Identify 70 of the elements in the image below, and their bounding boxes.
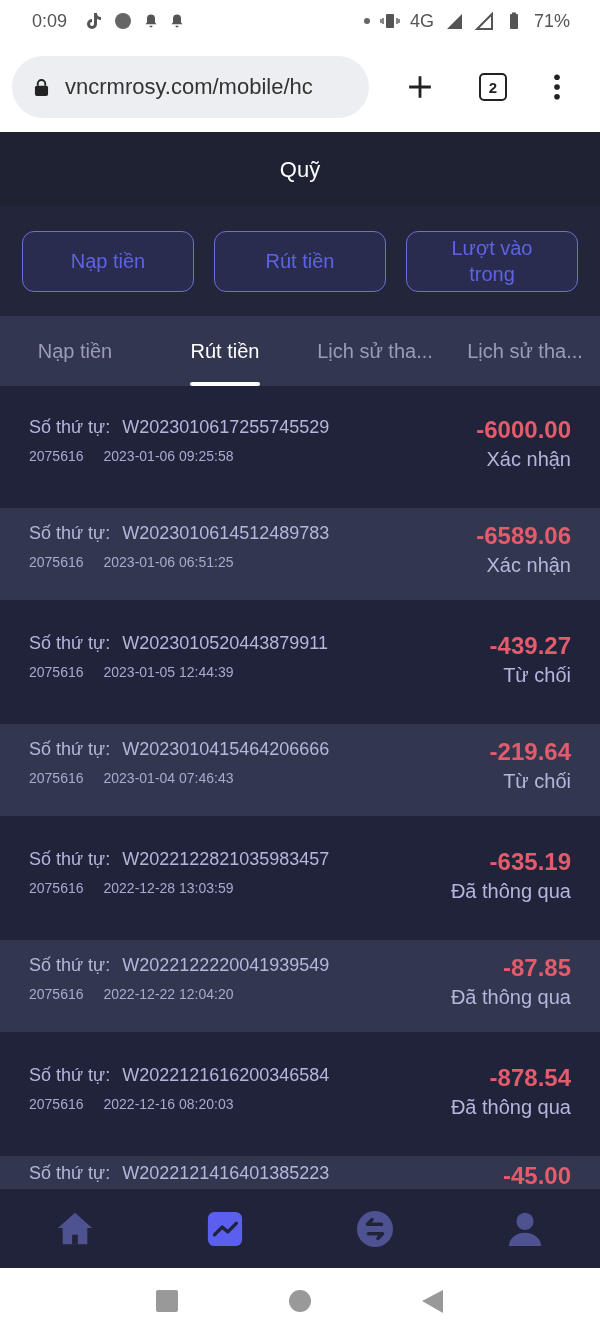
amount: -87.85 [502, 954, 571, 982]
record-time: 2023-01-05 12:44:39 [103, 664, 234, 680]
amount: -635.19 [489, 848, 571, 876]
order-label: Số thứ tự: [29, 416, 111, 438]
order-number: W2022121616200346584 [122, 1064, 330, 1086]
address-bar[interactable]: vncrmrosy.com/mobile/hc [12, 56, 369, 118]
tab[interactable]: Nạp tiền [0, 316, 150, 386]
user-id: 2075616 [29, 448, 84, 464]
home-button[interactable] [288, 1288, 312, 1313]
user-id: 2075616 [29, 554, 84, 570]
battery-percent: 71% [533, 10, 570, 32]
order-label: Số thứ tự: [29, 1064, 111, 1086]
record-status: Xác nhận [486, 554, 571, 577]
user-id: 2075616 [29, 770, 84, 786]
action-button[interactable]: Nạp tiền [22, 230, 194, 292]
recents-button[interactable] [154, 1288, 179, 1313]
tab[interactable]: Rút tiền [150, 316, 300, 386]
status-time: 0:09 [32, 10, 68, 32]
amount: -45.00 [502, 1162, 571, 1189]
exchange-icon[interactable] [356, 1209, 394, 1248]
order-label: Số thứ tự: [29, 738, 111, 760]
order-number: W2022122821035983457 [122, 848, 330, 870]
order-label: Số thứ tự: [29, 632, 111, 654]
amount: -6000.00 [476, 416, 571, 444]
amount: -219.64 [489, 738, 571, 766]
order-number: W2023010520443879911 [122, 632, 328, 654]
record-time: 2023-01-06 09:25:58 [103, 448, 234, 464]
chart-icon[interactable] [206, 1209, 244, 1248]
record-time: 2022-12-16 08:20:03 [103, 1096, 234, 1112]
order-label: Số thứ tự: [29, 1162, 111, 1184]
lock-icon [34, 77, 49, 97]
record-status: Từ chối [503, 770, 571, 793]
action-button[interactable]: Lượt vào trong [406, 230, 578, 292]
user-id: 2075616 [29, 986, 84, 1002]
circle-icon [113, 11, 134, 31]
record-status: Đã thông qua [450, 986, 571, 1009]
menu-icon[interactable] [553, 74, 561, 100]
back-button[interactable] [421, 1288, 446, 1313]
order-number: W2023010617255745529 [122, 416, 330, 438]
tab[interactable]: Lịch sử tha... [300, 316, 450, 386]
page-title: Quỹ [279, 157, 321, 183]
tab[interactable]: Lịch sử tha... [450, 316, 600, 386]
order-label: Số thứ tự: [29, 522, 111, 544]
order-label: Số thứ tự: [29, 848, 111, 870]
user-id: 2075616 [29, 1096, 84, 1112]
order-number: W2023010614512489783 [122, 522, 330, 544]
amount: -439.27 [489, 632, 571, 660]
amount: -6589.06 [476, 522, 571, 550]
record-status: Từ chối [503, 664, 571, 687]
order-number: W2022122220041939549 [122, 954, 330, 976]
order-number: W2022121416401385223 [122, 1162, 330, 1184]
plus-icon[interactable] [407, 74, 433, 100]
amount: -878.54 [489, 1064, 571, 1092]
order-number: W2023010415464206666 [122, 738, 330, 760]
record-time: 2022-12-28 13:03:59 [103, 880, 234, 896]
record-time: 2023-01-06 06:51:25 [103, 554, 234, 570]
user-id: 2075616 [29, 880, 84, 896]
record-time: 2023-01-04 07:46:43 [103, 770, 234, 786]
tab-count-button[interactable]: 2 [479, 73, 507, 101]
signal-icon [473, 11, 494, 31]
record-time: 2022-12-22 12:04:20 [103, 986, 234, 1002]
record-status: Xác nhận [486, 448, 571, 471]
order-label: Số thứ tự: [29, 954, 111, 976]
network-label: 4G [409, 10, 434, 32]
vibrate-icon [379, 11, 400, 31]
action-button[interactable]: Rút tiền [214, 230, 386, 292]
record-status: Đã thông qua [450, 1096, 571, 1119]
record-status: Đã thông qua [450, 880, 571, 903]
dot-icon [363, 18, 370, 24]
user-id: 2075616 [29, 664, 84, 680]
